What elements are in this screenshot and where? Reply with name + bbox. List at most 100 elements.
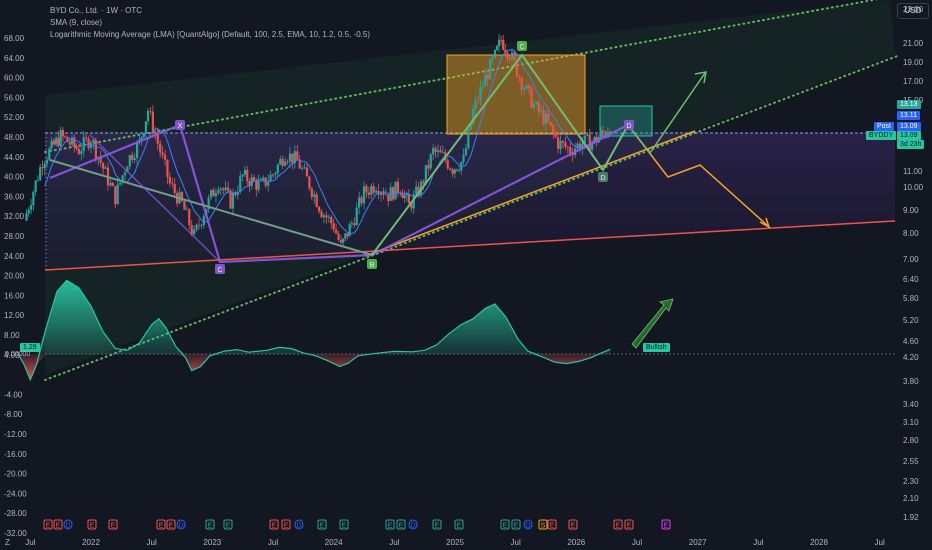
candle-body bbox=[510, 52, 514, 60]
chart-canvas[interactable]: C C D X B D EEDEEEEDEEEEDEEEEDEEEEDSEEEE… bbox=[0, 0, 932, 550]
candle-body bbox=[344, 233, 347, 239]
time-axis-tick: Jul bbox=[25, 538, 35, 547]
candle-body bbox=[346, 233, 349, 237]
time-axis-tick: 2025 bbox=[446, 538, 464, 547]
time-axis-tick: Jul bbox=[147, 538, 157, 547]
candle-body bbox=[85, 137, 88, 139]
candle-body bbox=[481, 86, 485, 88]
left-axis: 68.00 64.00 60.00 56.00 52.00 48.00 44.00 40.00… bbox=[4, 34, 27, 538]
right-axis-tick: 2.30 bbox=[903, 477, 919, 486]
right-axis-tick: 3.10 bbox=[903, 418, 919, 427]
price-badge-mid: 13.11 bbox=[897, 111, 920, 120]
candle-body bbox=[348, 224, 351, 237]
left-axis-tick: 32.00 bbox=[4, 212, 25, 221]
candle-body bbox=[520, 77, 523, 90]
candle-body bbox=[586, 134, 589, 136]
symbol-title[interactable]: BYD Co., Ltd. · 1W · OTC bbox=[50, 5, 370, 17]
event-marker-label: E bbox=[514, 523, 519, 530]
candle-body bbox=[241, 174, 244, 177]
candle-body bbox=[382, 192, 385, 195]
left-axis-tick: 52.00 bbox=[4, 113, 25, 122]
event-marker-label: E bbox=[46, 523, 51, 530]
candle-body bbox=[479, 87, 482, 101]
candle-body bbox=[350, 223, 353, 225]
candle-body bbox=[530, 88, 533, 108]
candle-body bbox=[183, 200, 186, 210]
candle-body bbox=[104, 167, 107, 169]
candle-body bbox=[569, 147, 572, 154]
chart-legend: BYD Co., Ltd. · 1W · OTC SMA (9, close) … bbox=[50, 5, 370, 41]
candle-body bbox=[87, 138, 90, 149]
candle-body bbox=[394, 181, 397, 200]
candle-body bbox=[159, 143, 162, 153]
right-axis-tick: 2.55 bbox=[903, 457, 919, 466]
candle-body bbox=[518, 76, 521, 78]
event-markers-row[interactable]: EEDEEEEDEEEEDEEEEDEEEEDSEEEEE bbox=[43, 519, 671, 530]
candle-body bbox=[405, 193, 408, 196]
event-marker-label: E bbox=[342, 523, 347, 530]
candle-body bbox=[549, 121, 552, 126]
left-axis-tick: 68.00 bbox=[4, 34, 25, 43]
candle-body bbox=[387, 194, 390, 201]
right-axis[interactable]: 23.0021.0019.0017.0015.0011.0010.009.008… bbox=[903, 5, 924, 522]
left-axis-tick: 60.00 bbox=[4, 74, 25, 83]
lma-legend[interactable]: Logarithmic Moving Average (LMA) [QuantA… bbox=[50, 29, 370, 41]
sma-legend[interactable]: SMA (9, close) bbox=[50, 17, 370, 29]
candle-body bbox=[239, 176, 242, 192]
candle-body bbox=[403, 195, 406, 199]
left-axis-tick: 12.00 bbox=[4, 311, 25, 320]
candle-body bbox=[506, 52, 509, 59]
candle-body bbox=[308, 176, 311, 189]
pattern-label-d-current: D bbox=[626, 123, 631, 130]
candle-body bbox=[27, 209, 30, 214]
time-axis[interactable]: Jul 2022 Jul 2023 Jul 2024 Jul 2025 Jul 2026 Jul 20… bbox=[5, 538, 885, 547]
event-marker-label: E bbox=[208, 523, 213, 530]
candle-body bbox=[305, 167, 309, 177]
pattern-label-d-low: D bbox=[600, 175, 605, 182]
candle-body bbox=[474, 99, 477, 110]
candle-body bbox=[171, 183, 174, 185]
candle-body bbox=[458, 170, 461, 172]
right-axis-tick: 3.80 bbox=[903, 377, 919, 386]
event-marker-label: E bbox=[550, 523, 555, 530]
candle-body bbox=[36, 179, 40, 181]
candle-body bbox=[552, 125, 555, 133]
candle-body bbox=[537, 101, 540, 112]
candle-body bbox=[367, 192, 370, 195]
candle-body bbox=[94, 140, 97, 159]
candle-body bbox=[320, 211, 323, 218]
candle-body bbox=[467, 129, 470, 149]
candle-body bbox=[296, 151, 299, 160]
candle-body bbox=[281, 158, 284, 166]
candle-body bbox=[513, 52, 516, 61]
time-axis-tick: Jul bbox=[632, 538, 642, 547]
candle-body bbox=[434, 148, 437, 152]
time-axis-tick: 2024 bbox=[325, 538, 343, 547]
candle-body bbox=[362, 186, 366, 204]
candle-body bbox=[389, 187, 392, 201]
currency-selector[interactable]: USD bbox=[897, 3, 929, 19]
time-axis-tick: Jul bbox=[875, 538, 885, 547]
ticker-label: BYDDY bbox=[866, 131, 897, 140]
candle-body bbox=[41, 167, 44, 169]
pattern-label-b: B bbox=[370, 262, 375, 269]
candle-body bbox=[39, 167, 42, 180]
candle-body bbox=[427, 165, 430, 169]
right-axis-tick: 17.00 bbox=[903, 77, 924, 86]
time-axis-tick: 2023 bbox=[203, 538, 221, 547]
candle-body bbox=[491, 57, 494, 60]
bullish-signal-label: Bullish bbox=[643, 343, 670, 352]
candle-body bbox=[166, 159, 169, 177]
candle-body bbox=[422, 181, 425, 184]
candle-body bbox=[151, 111, 154, 133]
candle-body bbox=[564, 142, 567, 147]
candle-body bbox=[384, 194, 387, 196]
candle-body bbox=[114, 185, 117, 205]
candle-body bbox=[588, 134, 591, 150]
candle-body bbox=[202, 216, 205, 226]
candle-body bbox=[43, 163, 46, 169]
candle-body bbox=[436, 150, 440, 152]
last-price-badge: 13.09 bbox=[897, 131, 921, 140]
candle-body bbox=[484, 74, 487, 87]
candle-body bbox=[557, 137, 560, 149]
